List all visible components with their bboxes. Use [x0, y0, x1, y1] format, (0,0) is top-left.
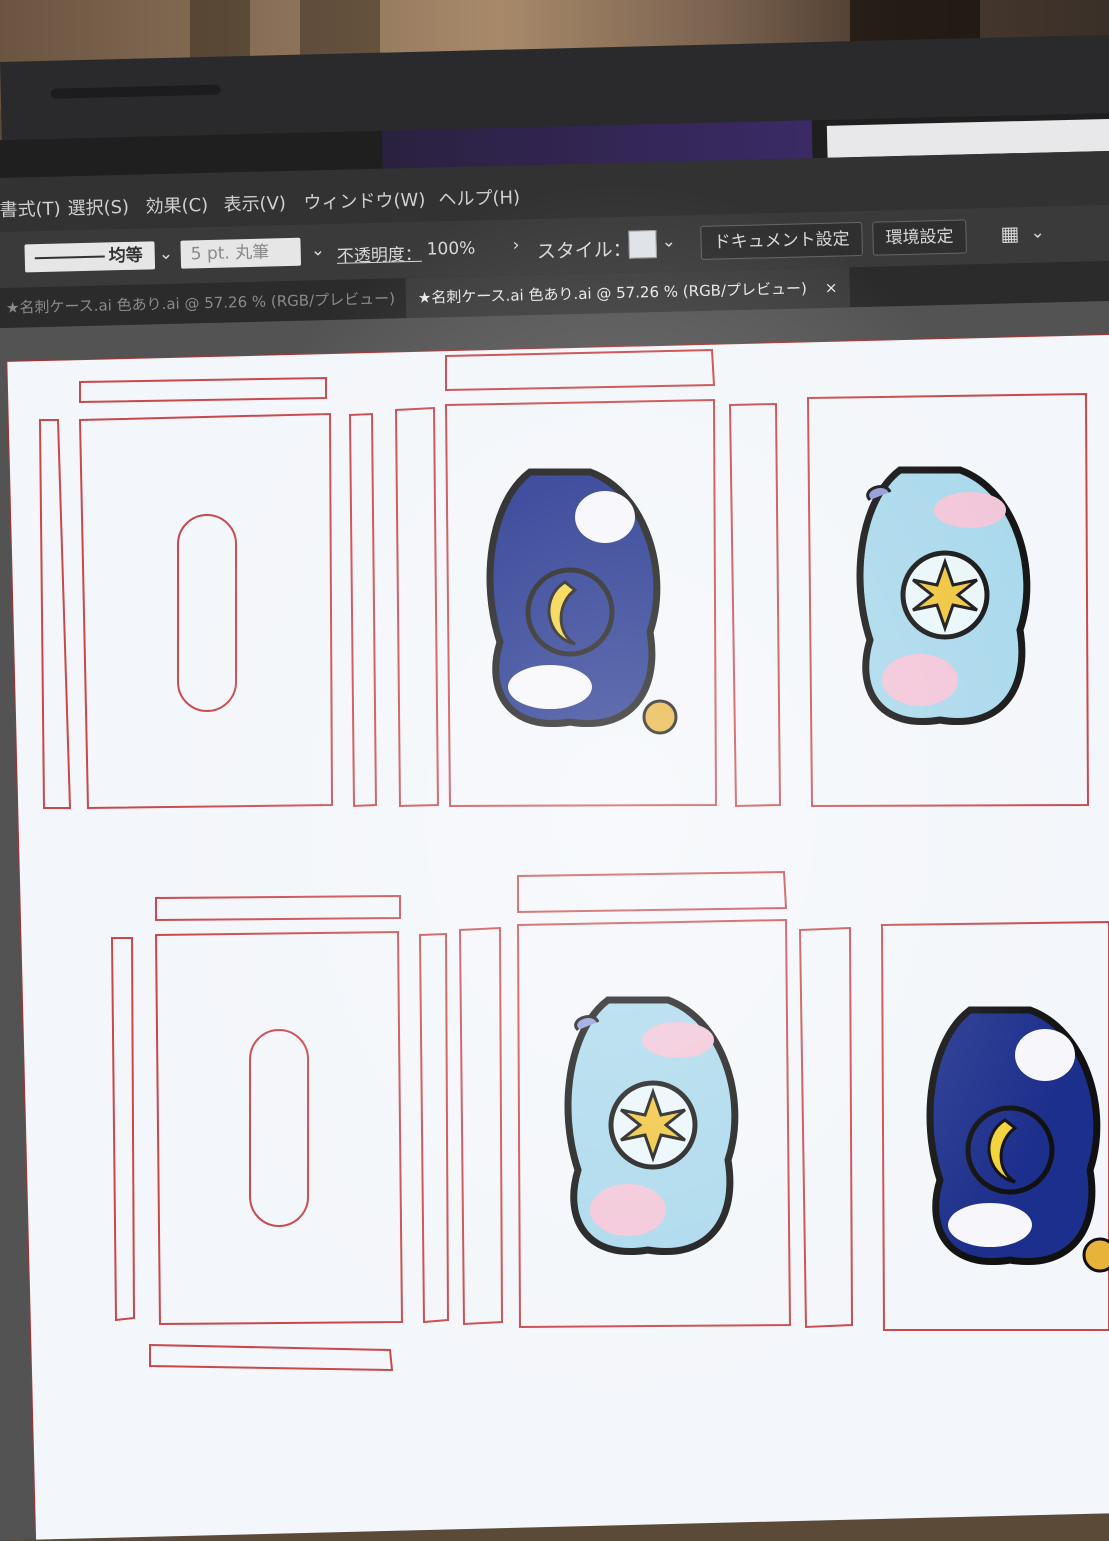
- artboard-artwork: [38, 348, 1109, 1372]
- moon-illustration: [930, 1010, 1109, 1271]
- sun-illustration: [568, 1000, 735, 1252]
- sun-illustration: [860, 470, 1027, 722]
- moon-illustration: [490, 472, 676, 733]
